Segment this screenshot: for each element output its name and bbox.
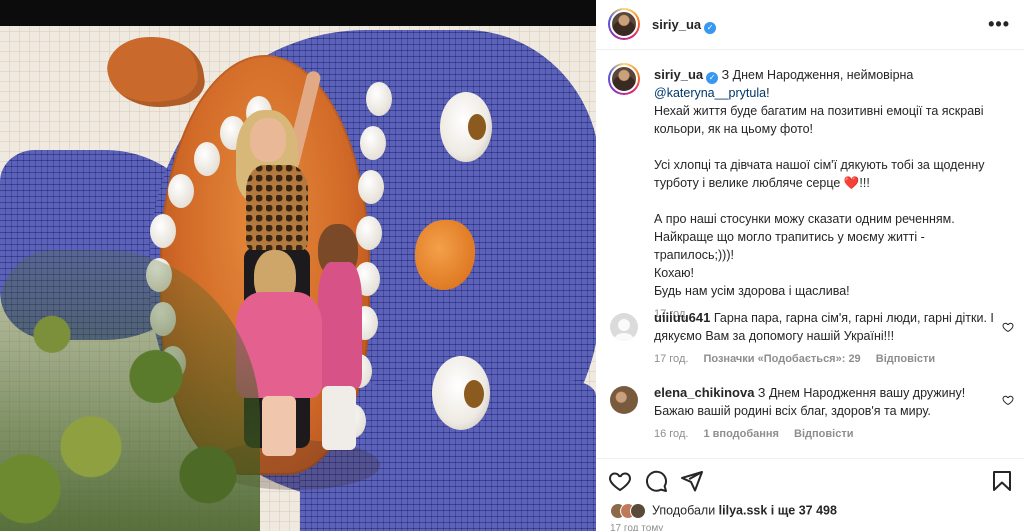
likes-summary[interactable]: Уподобали lilya.ssk і ще 37 498 <box>610 503 837 523</box>
caption-author-avatar[interactable] <box>608 63 640 95</box>
caption-line-1: З Днем Народження, неймовірна <box>718 68 914 82</box>
woman-leopard-top <box>246 165 308 250</box>
caption-mention-link[interactable]: @kateryna__prytula <box>654 86 766 100</box>
comment-reply-link[interactable]: Відповісти <box>794 428 853 440</box>
fish-tooth <box>194 142 220 176</box>
fish-tooth <box>358 170 384 204</box>
post-header: siriy_ua ✓ ••• <box>596 0 1024 50</box>
likes-prefix: Уподобали <box>652 503 719 518</box>
comment-username[interactable]: elena_chikinova <box>654 385 754 400</box>
woman-face <box>250 118 286 162</box>
verified-badge-icon: ✓ <box>706 72 719 84</box>
girl-older-legs <box>322 386 356 450</box>
comment-reply-link[interactable]: Відповісти <box>876 353 935 365</box>
post-actions-bar: Уподобали lilya.ssk і ще 37 498 17 год т… <box>596 458 1024 531</box>
send-icon[interactable] <box>680 469 704 493</box>
caption-line-5: Найкраще що могло трапитись у моєму житт… <box>654 230 925 262</box>
fish-tooth <box>360 126 386 160</box>
girl-younger-legs <box>262 396 296 456</box>
fish-pupil <box>464 380 484 408</box>
comments-scroll-area[interactable]: siriy_ua ✓ З Днем Народження, неймовірна … <box>596 51 1024 458</box>
comment-timestamp[interactable]: 17 год. <box>654 353 688 365</box>
author-username[interactable]: siriy_ua <box>652 17 701 32</box>
caption-line-6: Кохаю! <box>654 266 695 280</box>
caption-line-3: Усі хлопці та дівчата нашої сім'ї дякуют… <box>654 158 985 190</box>
commenter-avatar-default[interactable] <box>610 313 638 341</box>
fish-tooth <box>356 216 382 250</box>
comment-timestamp[interactable]: 16 год. <box>654 428 688 440</box>
comment-username[interactable]: uiiiuu641 <box>654 310 710 325</box>
author-avatar[interactable] <box>608 8 640 40</box>
fish-tooth <box>168 174 194 208</box>
fish-tooth <box>366 82 392 116</box>
post-caption: siriy_ua ✓ З Днем Народження, неймовірна … <box>654 66 1004 323</box>
caption-line-7: Будь нам усім здорова і щаслива! <box>654 284 850 298</box>
heart-icon[interactable] <box>608 469 632 493</box>
likes-count[interactable]: і ще 37 498 <box>767 503 837 517</box>
girl-older-dress <box>318 262 362 388</box>
fish-pupil <box>468 114 486 140</box>
caption-line-2: Нехай життя буде багатим на позитивні ем… <box>654 104 984 136</box>
post-side-panel: siriy_ua ✓ ••• siriy_ua ✓ З Днем Народженн… <box>596 0 1024 531</box>
commenter-avatar[interactable] <box>610 386 638 414</box>
comment-heart-icon[interactable] <box>1002 321 1014 333</box>
fish-eye <box>432 356 490 430</box>
comment-like-count[interactable]: Позначки «Подобається»: 29 <box>703 353 860 365</box>
post-timestamp[interactable]: 17 год тому <box>610 523 663 531</box>
fish-eye <box>440 92 492 162</box>
verified-badge-icon: ✓ <box>704 22 717 34</box>
author-name-row: siriy_ua ✓ <box>652 17 717 34</box>
fish-tooth <box>150 214 176 248</box>
post-photo[interactable] <box>0 0 596 531</box>
comment-like-count[interactable]: 1 вподобання <box>703 428 778 440</box>
red-heart-emoji: ❤️ <box>843 176 860 190</box>
bookmark-icon[interactable] <box>990 469 1014 493</box>
liker-avatar <box>630 503 646 519</box>
comment-item: uiiiuu641 Гарна пара, гарна сім'я, гарні… <box>654 309 994 368</box>
caption-line-3-suffix: !!! <box>859 176 870 190</box>
caption-mention-suffix: ! <box>766 86 770 100</box>
comment-heart-icon[interactable] <box>1002 394 1014 406</box>
more-options-icon[interactable]: ••• <box>988 14 1010 35</box>
comment-item: elena_chikinova З Днем Народження вашу д… <box>654 384 994 443</box>
comment-icon[interactable] <box>644 469 668 493</box>
likes-user[interactable]: lilya.ssk <box>719 503 768 517</box>
caption-username[interactable]: siriy_ua <box>654 67 703 82</box>
caption-line-4: А про наші стосунки можу сказати одним р… <box>654 212 955 226</box>
photo-top-bar <box>0 0 596 26</box>
